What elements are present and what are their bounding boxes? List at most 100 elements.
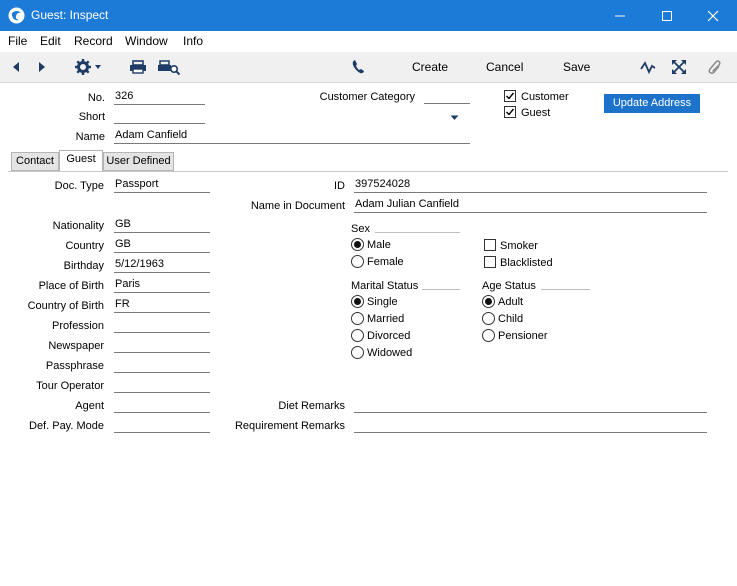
minimize-button[interactable] [597, 0, 643, 31]
nationality-label: Nationality [52, 220, 104, 232]
next-record-icon[interactable] [33, 58, 53, 76]
agent-field[interactable] [114, 397, 210, 413]
customer-checkbox[interactable] [504, 90, 516, 102]
age-adult-radio[interactable] [482, 295, 495, 308]
marital-status-heading: Marital Status [351, 280, 419, 292]
sex-female-label: Female [367, 256, 404, 268]
agent-label: Agent [75, 400, 104, 412]
tour-operator-field[interactable] [114, 377, 210, 393]
sex-female-radio[interactable] [351, 255, 364, 268]
name-in-document-label: Name in Document [250, 200, 345, 212]
update-address-button[interactable]: Update Address [604, 94, 700, 113]
requirement-remarks-field[interactable] [354, 417, 707, 433]
profession-label: Profession [52, 320, 104, 332]
marital-single-label: Single [367, 296, 398, 308]
maximize-icon [662, 11, 672, 21]
print-preview-icon[interactable] [157, 58, 181, 76]
customer-category-field[interactable] [424, 88, 470, 104]
passphrase-label: Passphrase [45, 360, 104, 372]
tab-contact[interactable]: Contact [11, 152, 59, 171]
blacklisted-label: Blacklisted [500, 257, 553, 269]
menu-file[interactable]: File [8, 34, 27, 48]
app-icon [8, 7, 25, 24]
sex-male-label: Male [367, 239, 391, 251]
no-label: No. [87, 92, 105, 104]
expand-icon[interactable] [669, 58, 689, 76]
smoker-checkbox[interactable] [484, 239, 496, 251]
nationality-field[interactable]: GB [114, 217, 210, 233]
menu-bar: File Edit Record Window Info [0, 31, 737, 52]
previous-record-icon[interactable] [8, 58, 28, 76]
age-status-heading: Age Status [482, 280, 536, 292]
print-icon[interactable] [128, 58, 148, 76]
window-title: Guest: Inspect [31, 8, 109, 22]
place-of-birth-label: Place of Birth [38, 280, 104, 292]
chevron-down-icon[interactable] [450, 115, 459, 121]
diet-remarks-label: Diet Remarks [278, 400, 345, 412]
menu-record[interactable]: Record [74, 34, 113, 48]
newspaper-field[interactable] [114, 337, 210, 353]
close-icon [707, 10, 719, 22]
doc-type-field[interactable]: Passport [114, 177, 210, 193]
age-pensioner-radio[interactable] [482, 329, 495, 342]
short-field[interactable] [114, 108, 205, 124]
marital-widowed-radio[interactable] [351, 346, 364, 359]
profession-field[interactable] [114, 317, 210, 333]
age-child-radio[interactable] [482, 312, 495, 325]
smoker-label: Smoker [500, 240, 538, 252]
id-field[interactable]: 397524028 [354, 177, 707, 193]
country-label: Country [65, 240, 104, 252]
sex-male-radio[interactable] [351, 238, 364, 251]
tab-guest[interactable]: Guest [59, 150, 103, 172]
age-status-divider [541, 289, 590, 290]
checkmark-icon [506, 108, 515, 116]
title-bar: Guest: Inspect [0, 0, 737, 31]
country-of-birth-field[interactable]: FR [114, 297, 210, 313]
customer-label: Customer [521, 91, 569, 103]
name-field[interactable]: Adam Canfield [114, 128, 470, 144]
gear-icon[interactable] [74, 58, 106, 76]
name-in-document-field[interactable]: Adam Julian Canfield [354, 197, 707, 213]
name-label: Name [75, 131, 105, 143]
birthday-label: Birthday [63, 260, 104, 272]
toolbar: Create Cancel Save [0, 52, 737, 120]
marital-single-radio[interactable] [351, 295, 364, 308]
customer-category-label: Customer Category [319, 91, 415, 103]
checkmark-icon [506, 92, 515, 100]
no-field[interactable]: 326 [114, 89, 205, 105]
country-field[interactable]: GB [114, 237, 210, 253]
marital-married-label: Married [367, 313, 405, 325]
attachment-icon[interactable] [703, 58, 723, 76]
create-button[interactable]: Create [412, 60, 448, 74]
phone-icon[interactable] [349, 58, 369, 76]
marital-widowed-label: Widowed [367, 347, 413, 359]
marital-divorced-radio[interactable] [351, 329, 364, 342]
short-label: Short [78, 111, 105, 123]
guest-checkbox[interactable] [504, 106, 516, 118]
menu-edit[interactable]: Edit [40, 34, 61, 48]
birthday-field[interactable]: 5/12/1963 [114, 257, 210, 273]
tab-divider [8, 171, 728, 172]
doc-type-label: Doc. Type [54, 180, 104, 192]
marital-married-radio[interactable] [351, 312, 364, 325]
save-button[interactable]: Save [563, 60, 590, 74]
activity-icon[interactable] [639, 58, 659, 76]
minimize-icon [615, 15, 625, 17]
country-of-birth-label: Country of Birth [27, 300, 104, 312]
place-of-birth-field[interactable]: Paris [114, 277, 210, 293]
menu-window[interactable]: Window [125, 34, 168, 48]
maximize-button[interactable] [644, 0, 690, 31]
age-child-label: Child [498, 313, 524, 325]
def-pay-mode-field[interactable] [114, 417, 210, 433]
blacklisted-checkbox[interactable] [484, 256, 496, 268]
passphrase-field[interactable] [114, 357, 210, 373]
id-label: ID [334, 180, 345, 192]
tour-operator-label: Tour Operator [36, 380, 104, 392]
menu-info[interactable]: Info [183, 34, 203, 48]
newspaper-label: Newspaper [48, 340, 104, 352]
guest-label: Guest [521, 107, 551, 119]
close-button[interactable] [690, 0, 736, 31]
diet-remarks-field[interactable] [354, 397, 707, 413]
cancel-button[interactable]: Cancel [486, 60, 523, 74]
tab-user-defined[interactable]: User Defined [103, 152, 174, 171]
